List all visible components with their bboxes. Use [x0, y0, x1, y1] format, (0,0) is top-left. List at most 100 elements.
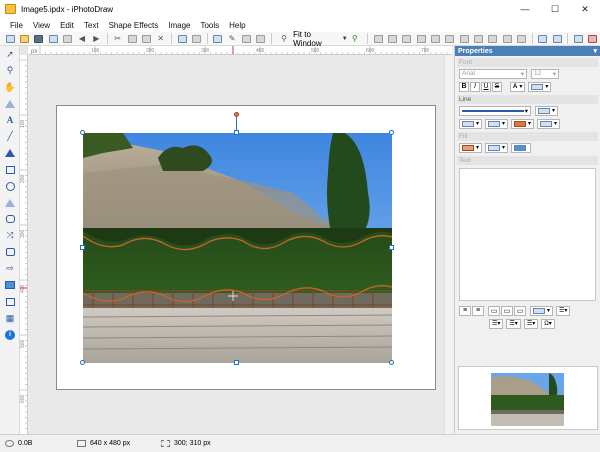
menu-view[interactable]: View [28, 21, 55, 30]
arrow-style-dropdown[interactable]: ▾ [485, 118, 509, 129]
align-top-icon[interactable] [415, 33, 427, 44]
info-tool-icon[interactable]: i [0, 327, 20, 344]
align-right-icon[interactable] [401, 33, 413, 44]
font-color-dropdown[interactable]: A ▾ [510, 81, 526, 92]
resize-handle[interactable] [389, 245, 394, 250]
menu-text[interactable]: Text [79, 21, 104, 30]
text-box-dropdown[interactable]: ▾ [530, 305, 554, 316]
align-left-icon[interactable]: ≡ [459, 305, 471, 316]
grid-tool-icon[interactable]: ▦ [0, 310, 20, 327]
maximize-button[interactable]: ☐ [540, 0, 570, 18]
dash-style-dropdown[interactable]: ▾ [535, 105, 559, 116]
navigator-thumbnail[interactable] [458, 366, 598, 430]
same-width-icon[interactable] [487, 33, 499, 44]
redo-icon[interactable]: ▶ [90, 33, 102, 44]
polygon-tool-icon[interactable] [0, 145, 20, 162]
menu-image[interactable]: Image [163, 21, 195, 30]
line-grid-dropdown[interactable]: ▾ [537, 118, 561, 129]
fill-image-button[interactable] [511, 142, 532, 153]
new-icon[interactable] [4, 33, 16, 44]
strikethrough-button[interactable]: S [492, 81, 502, 92]
rectangle-tool-icon[interactable] [0, 162, 20, 179]
panel-menu-icon[interactable]: ▾ [593, 47, 597, 55]
web-icon[interactable] [47, 33, 59, 44]
line-color-dropdown[interactable]: ▾ [511, 118, 535, 129]
triangle-tool-icon[interactable] [0, 195, 20, 212]
symbol-dropdown[interactable]: Ω ▾ [541, 318, 555, 329]
font-size-select[interactable]: 12 ▾ [531, 68, 559, 79]
send-back-icon[interactable] [587, 33, 599, 44]
line-style-select[interactable]: ▾ [459, 105, 531, 116]
drawing-canvas[interactable] [28, 55, 452, 434]
spacing-dropdown[interactable]: ☰ ▾ [523, 318, 539, 329]
mask-tool-icon[interactable] [0, 294, 20, 311]
same-size-icon[interactable] [515, 33, 527, 44]
ungroup-icon[interactable] [551, 33, 563, 44]
menu-shape-effects[interactable]: Shape Effects [104, 21, 164, 30]
pan-tool-icon[interactable]: ✋ [0, 79, 20, 96]
distribute-h-icon[interactable] [458, 33, 470, 44]
group-icon[interactable] [537, 33, 549, 44]
arrow-tool-icon[interactable]: ⇨ [0, 261, 20, 278]
resize-handle[interactable] [234, 130, 239, 135]
resize-handle[interactable] [389, 360, 394, 365]
resize-handle[interactable] [80, 360, 85, 365]
fill-color-dropdown[interactable]: ▾ [459, 142, 483, 153]
menu-edit[interactable]: Edit [55, 21, 79, 30]
ellipse-tool-icon[interactable] [0, 178, 20, 195]
zoom-select[interactable]: Fit to Window [293, 30, 339, 48]
align-right-icon[interactable]: ≡ [472, 305, 484, 316]
connector-tool-icon[interactable]: ⤨ [0, 228, 20, 245]
shape-tool-icon[interactable] [0, 244, 20, 261]
line-tool-icon[interactable]: ╱ [0, 129, 20, 146]
fill-tool-icon[interactable] [0, 96, 20, 113]
open-icon[interactable] [18, 33, 30, 44]
underline-button[interactable]: U [481, 81, 491, 92]
same-height-icon[interactable] [501, 33, 513, 44]
rotate-right-icon[interactable] [190, 33, 202, 44]
select-tool-icon[interactable]: ➚ [0, 46, 20, 63]
align-center-icon[interactable] [386, 33, 398, 44]
text-grid-dropdown[interactable]: ▾ [528, 81, 552, 92]
copy-icon[interactable] [126, 33, 138, 44]
cut-icon[interactable]: ✂ [111, 33, 123, 44]
list-dropdown[interactable]: ☰ ▾ [556, 305, 571, 316]
rotate-handle[interactable] [234, 112, 239, 117]
distribute-v-icon[interactable] [472, 33, 484, 44]
paste-icon[interactable] [140, 33, 152, 44]
menu-tools[interactable]: Tools [195, 21, 224, 30]
zoom-control[interactable]: ⚲ Fit to Window ▼ ⚲ [277, 30, 362, 48]
valign-middle-icon[interactable]: ▭ [501, 305, 513, 316]
italic-button[interactable]: I [470, 81, 480, 92]
chevron-down-icon[interactable]: ▼ [342, 36, 348, 42]
callout-tool-icon[interactable] [0, 211, 20, 228]
close-button[interactable]: ✕ [570, 0, 600, 18]
vertical-scrollbar[interactable] [444, 55, 452, 434]
save-icon[interactable] [33, 33, 45, 44]
resize-handle[interactable] [234, 360, 239, 365]
minimize-button[interactable]: — [510, 0, 540, 18]
edit-icon[interactable] [212, 33, 224, 44]
align-middle-icon[interactable] [429, 33, 441, 44]
resize-handle[interactable] [389, 130, 394, 135]
crop-icon[interactable] [255, 33, 267, 44]
font-name-select[interactable]: Arial ▾ [459, 68, 527, 79]
camera-icon[interactable] [61, 33, 73, 44]
valign-top-icon[interactable]: ▭ [488, 305, 500, 316]
align-bottom-icon[interactable] [444, 33, 456, 44]
zoom-in-icon[interactable]: ⚲ [349, 33, 361, 44]
menu-file[interactable]: File [5, 21, 28, 30]
brush-icon[interactable] [240, 33, 252, 44]
pen-icon[interactable]: ✎ [226, 33, 238, 44]
zoom-tool-icon[interactable]: ⚲ [0, 63, 20, 80]
valign-bottom-icon[interactable]: ▭ [514, 305, 526, 316]
bring-front-icon[interactable] [572, 33, 584, 44]
text-input-area[interactable] [459, 168, 596, 301]
photo-image[interactable] [83, 133, 392, 363]
bold-button[interactable]: B [459, 81, 469, 92]
delete-icon[interactable]: ✕ [155, 33, 167, 44]
rotate-left-icon[interactable] [176, 33, 188, 44]
align-left-icon[interactable] [372, 33, 384, 44]
numbering-dropdown[interactable]: ☰ ▾ [506, 318, 521, 329]
fill-grid-dropdown[interactable]: ▾ [485, 142, 509, 153]
